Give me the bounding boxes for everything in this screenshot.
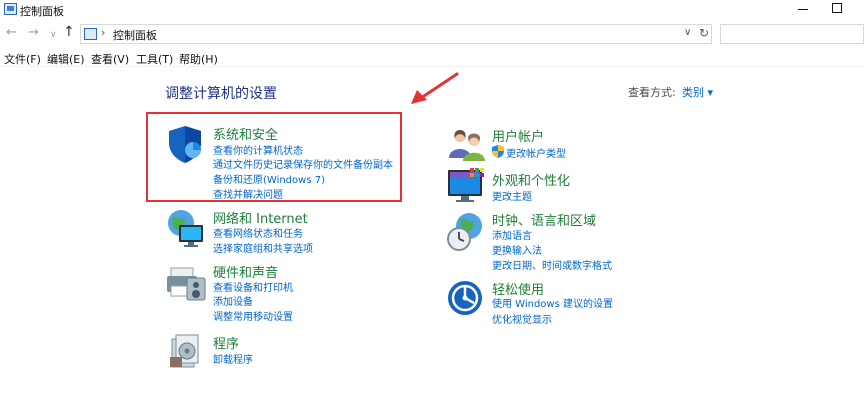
- menu-file[interactable]: 文件(F): [4, 51, 41, 67]
- control-panel-icon: [4, 3, 17, 15]
- address-dropdown-button[interactable]: ∨: [684, 27, 691, 38]
- link-backup-restore[interactable]: 备份和还原(Windows 7): [213, 171, 325, 186]
- category-title-user-accounts[interactable]: 用户帐户: [492, 126, 544, 145]
- menu-tools[interactable]: 工具(T): [136, 51, 173, 67]
- maximize-button[interactable]: [832, 3, 842, 13]
- menu-bar: 文件(F) 编辑(E) 查看(V) 工具(T) 帮助(H): [0, 49, 864, 67]
- ease-of-access-icon: [448, 281, 482, 315]
- title-bar: 控制面板: [0, 0, 864, 20]
- link-change-input-method[interactable]: 更换输入法: [492, 242, 542, 257]
- up-button[interactable]: ↑: [63, 24, 75, 40]
- back-button[interactable]: ←: [6, 25, 17, 41]
- shield-icon: [169, 126, 201, 163]
- clock-globe-icon: [447, 213, 482, 251]
- users-icon: [449, 130, 485, 161]
- appearance-monitor-icon: [448, 168, 484, 202]
- printer-icon: [167, 267, 206, 301]
- category-title-system-security[interactable]: 系统和安全: [213, 124, 278, 143]
- link-devices-printers[interactable]: 查看设备和打印机: [213, 279, 293, 294]
- link-file-history-backup[interactable]: 通过文件历史记录保存你的文件备份副本: [213, 156, 393, 171]
- breadcrumb-separator[interactable]: ›: [101, 26, 105, 39]
- view-by-label: 查看方式:: [628, 86, 676, 99]
- page-title: 调整计算机的设置: [165, 86, 277, 102]
- link-change-theme[interactable]: 更改主题: [492, 188, 532, 203]
- category-title-programs[interactable]: 程序: [213, 333, 239, 352]
- recent-locations-button[interactable]: ∨: [50, 27, 57, 43]
- address-bar[interactable]: › 控制面板 ∨ ↻: [80, 24, 712, 44]
- link-uninstall-program[interactable]: 卸载程序: [213, 351, 253, 366]
- link-windows-recommended-settings[interactable]: 使用 Windows 建议的设置: [492, 295, 613, 310]
- forward-button[interactable]: →: [28, 25, 39, 41]
- view-by-dropdown[interactable]: 类别 ▾: [682, 84, 713, 100]
- annotation-arrow: [411, 72, 459, 104]
- breadcrumb-control-panel[interactable]: 控制面板: [113, 27, 157, 43]
- link-mobility-settings[interactable]: 调整常用移动设置: [213, 308, 293, 323]
- control-panel-icon: [84, 28, 97, 40]
- link-add-language[interactable]: 添加语言: [492, 227, 532, 242]
- menu-help[interactable]: 帮助(H): [179, 51, 218, 67]
- menu-edit[interactable]: 编辑(E): [47, 51, 85, 67]
- link-add-device[interactable]: 添加设备: [213, 293, 253, 308]
- link-optimize-visual-display[interactable]: 优化视觉显示: [492, 311, 552, 326]
- link-network-status[interactable]: 查看网络状态和任务: [213, 225, 303, 240]
- minimize-button[interactable]: [797, 1, 809, 15]
- uac-shield-icon: [492, 145, 504, 158]
- link-homegroup-sharing[interactable]: 选择家庭组和共享选项: [213, 240, 313, 255]
- link-change-date-time-format[interactable]: 更改日期、时间或数字格式: [492, 257, 612, 272]
- search-input[interactable]: [720, 24, 864, 44]
- link-change-account-type[interactable]: 更改帐户类型: [506, 145, 566, 160]
- refresh-button[interactable]: ↻: [699, 26, 709, 40]
- navigation-bar: ← → ∨ ↑ › 控制面板 ∨ ↻: [0, 22, 864, 46]
- menu-view[interactable]: 查看(V): [91, 51, 129, 67]
- category-title-appearance[interactable]: 外观和个性化: [492, 170, 570, 189]
- network-globe-icon: [168, 210, 203, 247]
- link-view-computer-status[interactable]: 查看你的计算机状态: [213, 142, 303, 157]
- window-title: 控制面板: [20, 5, 64, 18]
- link-troubleshoot[interactable]: 查找并解决问题: [213, 186, 283, 201]
- programs-icon: [170, 334, 199, 368]
